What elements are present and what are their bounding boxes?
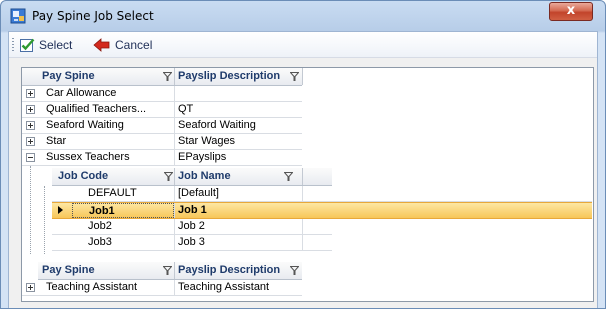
table-row[interactable]: Qualified Teachers... QT [22,102,302,118]
column-header-job-code[interactable]: Job Code [54,168,174,185]
pay-spine-cell: Sussex Teachers [46,151,130,163]
payslip-description-cell: EPayslips [178,151,227,163]
expand-icon[interactable] [26,121,35,130]
pay-spine-cell: Seaford Waiting [46,119,124,131]
expand-icon[interactable] [26,105,35,114]
filter-icon[interactable] [290,266,299,275]
row-indicator-icon [58,206,63,214]
table-row[interactable]: Car Allowance [22,86,302,102]
table-row[interactable]: Star Star Wages [22,134,302,150]
payslip-description-cell: Star Wages [178,135,236,147]
toolbar-grip-icon[interactable] [12,38,14,53]
close-icon: x [566,3,576,18]
table-row[interactable]: Sussex Teachers EPayslips [22,150,302,166]
table-row[interactable]: Teaching Assistant Teaching Assistant [22,280,302,296]
dialog-window: Pay Spine Job Select x Select Cancel Pay… [0,0,606,309]
red-back-arrow-icon [93,38,110,52]
column-header-pay-spine[interactable]: Pay Spine [38,262,174,279]
app-icon [10,8,26,24]
job-name-cell: Job 1 [178,204,207,216]
tree-connector [30,166,31,254]
column-header-pay-spine[interactable]: Pay Spine [38,68,174,85]
pay-spine-grid: Pay Spine Payslip Description Car Allowa… [21,67,594,302]
payslip-description-cell: Seaford Waiting [178,119,256,131]
close-button[interactable]: x [549,2,593,21]
job-code-cell: Job3 [88,236,112,248]
cancel-label: Cancel [115,38,153,52]
payslip-description-cell: QT [178,103,194,115]
pay-spine-cell: Teaching Assistant [46,281,138,293]
grid-header-repeat: Pay Spine Payslip Description [38,262,302,280]
expand-icon[interactable] [26,283,35,292]
table-row[interactable]: DEFAULT [Default] [52,186,592,202]
grid-header: Pay Spine Payslip Description [22,68,302,86]
job-code-cell: DEFAULT [88,187,137,199]
cancel-button[interactable]: Cancel [93,36,152,54]
filter-icon[interactable] [163,266,172,275]
toolbar: Select Cancel [9,32,597,58]
table-row-selected[interactable]: Job1 Job 1 [52,202,592,219]
table-row[interactable]: Job3 Job 3 [52,235,332,251]
payslip-description-cell: Teaching Assistant [178,281,270,293]
filter-icon[interactable] [163,72,172,81]
tree-connector [44,186,45,254]
job-name-cell: [Default] [178,187,219,199]
pay-spine-cell: Qualified Teachers... [46,103,147,115]
table-row[interactable]: Seaford Waiting Seaford Waiting [22,118,302,134]
collapse-icon[interactable] [26,153,35,162]
pay-spine-cell: Car Allowance [46,87,117,99]
title-bar[interactable]: Pay Spine Job Select x [1,1,605,31]
table-row[interactable]: Job2 Job 2 [52,219,332,235]
select-label: Select [39,38,73,52]
job-code-cell: Job2 [88,220,112,232]
filter-icon[interactable] [284,172,293,181]
expand-icon[interactable] [26,137,35,146]
checkbox-check-icon [20,38,35,52]
job-name-cell: Job 3 [178,236,205,248]
column-header-payslip-description[interactable]: Payslip Description [174,262,294,279]
pay-spine-cell: Star [46,135,67,147]
select-button[interactable]: Select [19,36,72,54]
dialog-client-area: Select Cancel Pay Spine Payslip Descript… [8,31,598,308]
filter-icon[interactable] [164,172,173,181]
column-header-payslip-description[interactable]: Payslip Description [174,68,294,85]
job-code-cell: Job1 [72,203,174,218]
job-name-cell: Job 2 [178,220,205,232]
payslip-description-cell [174,86,302,101]
detail-grid-header: Job Code Job Name [52,168,332,186]
window-title: Pay Spine Job Select [32,9,154,23]
filter-icon[interactable] [290,72,299,81]
expand-icon[interactable] [26,89,35,98]
